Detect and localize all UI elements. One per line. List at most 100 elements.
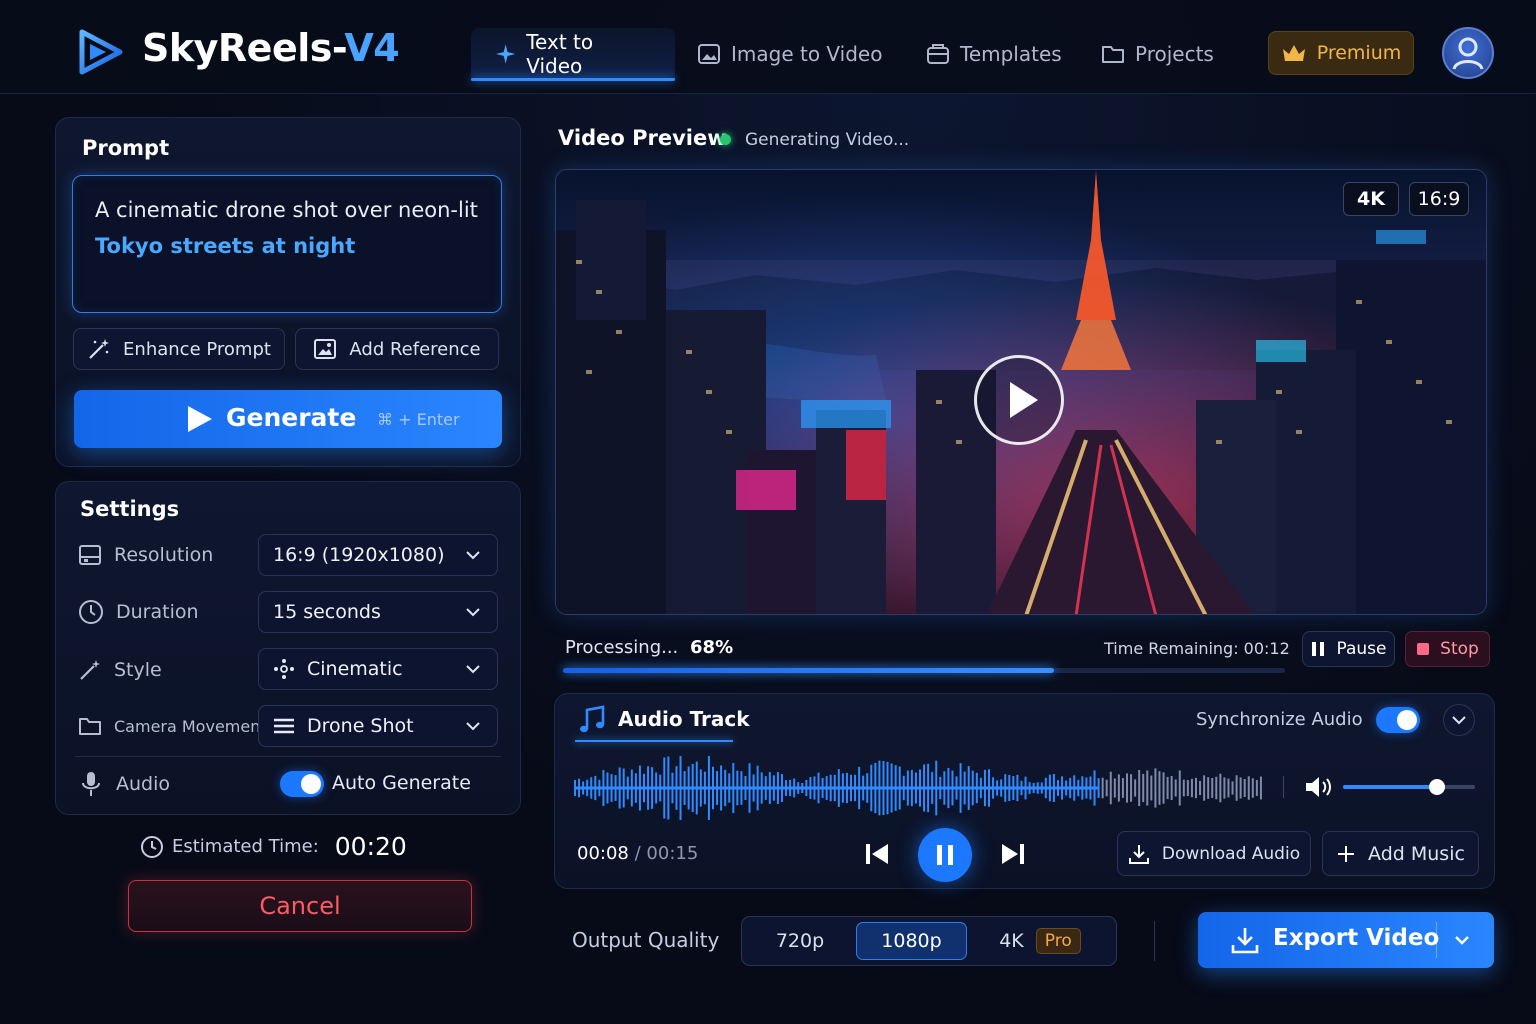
output-quality-label: Output Quality [572,928,720,952]
chevron-down-icon [1452,716,1466,725]
film-reel-icon [273,658,295,680]
pro-badge: Pro [1035,928,1081,954]
image-icon [698,44,720,64]
camera-select[interactable]: Drone Shot [258,705,498,747]
camera-value: Drone Shot [307,715,414,737]
add-music-button[interactable]: Add Music [1322,831,1479,876]
estimated-time-value: 00:20 [334,832,407,861]
folder-icon [79,718,101,735]
generate-shortcut: ⌘ + Enter [377,410,460,429]
add-reference-button[interactable]: Add Reference [295,328,499,370]
pause-icon [1311,642,1324,656]
duration-label: Duration [116,601,199,623]
premium-button[interactable]: Premium [1268,31,1414,75]
duration-row: Duration 15 seconds [78,591,502,633]
user-avatar[interactable] [1442,27,1494,79]
resolution-row: Resolution 16:9 (1920x1080) [78,534,502,576]
stop-icon [1417,643,1430,655]
sync-audio-label: Synchronize Audio [1196,709,1363,730]
logo-icon [79,29,123,75]
premium-label: Premium [1316,42,1402,64]
video-preview[interactable]: 4K 16:9 [555,169,1487,615]
template-icon [927,44,949,64]
playback-time: 00:08 / 00:15 [577,843,698,864]
prompt-text-line1: A cinematic drone shot over neon-lit [95,198,478,222]
chevron-down-icon[interactable] [1452,930,1472,950]
volume-knob[interactable] [1428,779,1445,795]
generate-button[interactable]: Generate ⌘ + Enter [74,390,502,448]
tab-text-to-video[interactable]: Text to Video [471,28,675,80]
plus-icon [1338,845,1355,862]
preview-title: Video Preview [558,126,727,150]
generate-label: Generate [226,403,357,432]
quality-selector: 720p 1080p 4K Pro [741,916,1117,966]
play-icon [1010,382,1038,418]
active-tab-indicator [471,78,675,81]
play-overlay-button[interactable] [974,355,1064,445]
duration-select[interactable]: 15 seconds [258,591,498,633]
skip-forward-icon[interactable] [1000,842,1026,866]
music-note-icon [580,705,605,733]
current-time: 00:08 [577,843,629,864]
audio-row: Audio Auto Generate [78,764,502,804]
volume-icon[interactable] [1304,774,1334,800]
prompt-text-line2: Tokyo streets at night [95,234,356,258]
clock-icon [141,835,163,858]
export-label: Export Video [1273,925,1440,951]
skip-back-icon[interactable] [864,842,890,866]
processing-percent: 68% [690,637,734,658]
camera-row: Camera Movement Drone Shot [78,705,502,747]
quality-720p[interactable]: 720p [748,922,852,960]
preview-status: Generating Video... [745,130,910,150]
chevron-down-icon [466,722,480,731]
camera-label: Camera Movement [114,716,267,736]
style-select[interactable]: Cinematic [258,648,498,690]
user-icon [1452,37,1484,70]
sync-audio-toggle[interactable] [1376,707,1420,733]
quality-4k[interactable]: 4K Pro [974,922,1106,960]
enhance-label: Enhance Prompt [123,338,271,360]
play-pause-button[interactable] [918,828,972,882]
resolution-value: 16:9 (1920x1080) [273,544,445,566]
tab-label: Projects [1135,42,1214,66]
play-icon [188,406,212,432]
crown-icon [1282,45,1305,61]
download-audio-button[interactable]: Download Audio [1117,831,1311,876]
volume-slider[interactable] [1343,779,1475,795]
style-label: Style [114,659,162,681]
time-separator: / [634,843,641,864]
audio-tab-indicator [575,740,733,742]
export-video-button[interactable]: Export Video [1198,912,1494,968]
audio-track-title: Audio Track [618,707,750,731]
processing-label: Processing... [565,637,679,658]
audio-expand-button[interactable] [1443,704,1475,736]
tab-templates[interactable]: Templates [926,28,1062,80]
tab-projects[interactable]: Projects [1101,28,1214,80]
enhance-prompt-button[interactable]: Enhance Prompt [73,328,285,370]
status-dot [720,134,731,145]
tab-image-to-video[interactable]: Image to Video [697,28,882,80]
add-music-label: Add Music [1368,842,1465,865]
settings-title: Settings [80,497,180,521]
quality-1080p[interactable]: 1080p [856,922,967,960]
tab-label: Text to Video [526,30,594,78]
quality-4k-label: 4K [999,930,1024,952]
pause-button[interactable]: Pause [1302,631,1395,667]
prompt-input[interactable]: A cinematic drone shot over neon-lit Tok… [72,175,502,313]
stop-button[interactable]: Stop [1405,631,1490,667]
cancel-button[interactable]: Cancel [128,880,472,932]
resolution-icon [79,545,101,565]
download-icon [1231,928,1259,954]
app-logo-text: SkyReels-V4 [142,26,400,70]
chevron-down-icon [466,551,480,560]
time-remaining: Time Remaining: 00:12 [1104,639,1290,658]
export-split-divider [1436,922,1437,958]
magic-wand-icon [89,339,110,359]
volume-fill [1343,785,1437,789]
auto-generate-toggle[interactable] [280,771,324,797]
audio-waveform[interactable] [574,752,1264,824]
progress-bar [563,668,1285,673]
resolution-select[interactable]: 16:9 (1920x1080) [258,534,498,576]
image-add-icon [314,339,337,359]
reference-label: Add Reference [349,338,481,360]
